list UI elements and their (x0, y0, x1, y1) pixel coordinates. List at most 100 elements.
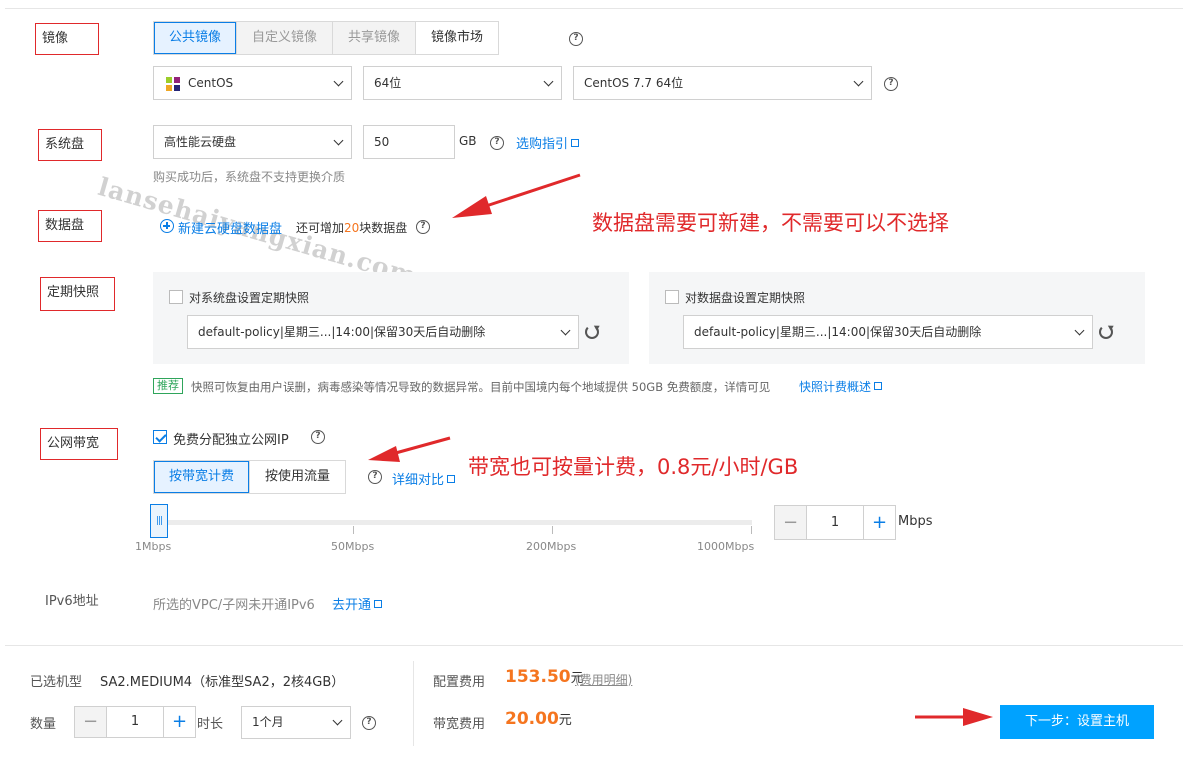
slider-handle[interactable]: ||| (150, 504, 168, 538)
bandwidth-slider[interactable]: ||| 1Mbps 50Mbps 200Mbps 1000Mbps (135, 504, 755, 554)
system-disk-unit: GB (459, 134, 477, 148)
bandwidth-minus-button[interactable]: − (775, 506, 807, 539)
os-select-value: CentOS (188, 76, 234, 90)
data-disk-note: 还可增加20块数据盘 (296, 219, 407, 236)
slider-tick-label: 1000Mbps (697, 540, 755, 553)
centos-logo-icon (166, 77, 180, 91)
order-summary-footer: 已选机型 SA2.MEDIUM4（标准型SA2，2核4GB） 数量 − 1 + … (5, 645, 1183, 757)
system-snapshot-policy-value: default-policy|星期三...|14:00|保留30天后自动删除 (198, 325, 486, 339)
bandwidth-fee-value: 20.00 (505, 709, 559, 729)
quantity-plus-button[interactable]: + (163, 707, 195, 737)
snapshot-billing-link-text: 快照计费概述 (799, 380, 872, 394)
config-fee-value: 153.50 (505, 667, 571, 687)
tab-image-market[interactable]: 镜像市场 (416, 22, 499, 54)
duration-select[interactable]: 1个月 (241, 706, 351, 739)
data-disk-label: 数据盘 (38, 210, 102, 242)
data-disk-note-count: 20 (344, 221, 360, 235)
refresh-icon[interactable] (1099, 325, 1113, 339)
free-ip-help-icon[interactable]: ? (311, 430, 325, 444)
version-select[interactable]: CentOS 7.7 64位 (573, 66, 872, 100)
system-snapshot-checkbox[interactable] (169, 290, 183, 304)
system-snapshot-policy-select[interactable]: default-policy|星期三...|14:00|保留30天后自动删除 (187, 315, 579, 349)
data-snapshot-checkbox-label: 对数据盘设置定期快照 (685, 291, 806, 305)
image-label: 镜像 (35, 23, 99, 55)
bandwidth-fee-label: 带宽费用 (433, 717, 486, 732)
slider-tick-label: 50Mbps (331, 540, 375, 553)
enable-ipv6-link[interactable]: 去开通 (332, 594, 383, 613)
data-snapshot-policy-value: default-policy|星期三...|14:00|保留30天后自动删除 (694, 325, 982, 339)
data-snapshot-policy-select[interactable]: default-policy|星期三...|14:00|保留30天后自动删除 (683, 315, 1093, 349)
config-fee-label: 配置费用 (433, 675, 486, 690)
config-fee: 153.50元 (505, 667, 584, 687)
data-disk-help-icon[interactable]: ? (416, 220, 430, 234)
system-snapshot-panel: 对系统盘设置定期快照 default-policy|星期三...|14:00|保… (153, 272, 629, 364)
add-data-disk-link[interactable]: 新建云硬盘数据盘 (178, 218, 282, 237)
external-link-icon (874, 382, 883, 390)
snapshot-billing-link[interactable]: 快照计费概述 (799, 378, 883, 395)
data-snapshot-panel: 对数据盘设置定期快照 default-policy|星期三...|14:00|保… (649, 272, 1145, 364)
fee-detail-link[interactable]: (费用明细) (575, 671, 632, 688)
tab-public-image[interactable]: 公共镜像 (154, 22, 238, 54)
model-label: 已选机型 (30, 675, 83, 690)
top-divider (5, 8, 1183, 9)
system-disk-size-input[interactable]: 50 (363, 125, 455, 159)
system-disk-note: 购买成功后，系统盘不支持更换介质 (153, 170, 346, 184)
external-link-icon (374, 600, 383, 608)
ipv6-note: 所选的VPC/子网未开通IPv6 (153, 598, 315, 613)
red-arrow-icon (368, 436, 451, 462)
quantity-minus-button[interactable]: − (75, 707, 107, 737)
bandwidth-plus-button[interactable]: + (863, 506, 895, 539)
bandwidth-fee: 20.00元 (505, 709, 572, 729)
next-step-button[interactable]: 下一步：设置主机 (1000, 705, 1154, 739)
bandwidth-value-input[interactable]: 1 (807, 506, 863, 539)
quantity-stepper: − 1 + (74, 706, 196, 738)
bandwidth-unit: Mbps (898, 514, 933, 529)
slider-tick-label: 200Mbps (526, 540, 577, 553)
quantity-value-input[interactable]: 1 (107, 707, 163, 737)
refresh-icon[interactable] (585, 325, 599, 339)
chevron-down-icon (853, 76, 864, 87)
system-disk-type-select[interactable]: 高性能云硬盘 (153, 125, 352, 159)
plus-circle-icon[interactable] (160, 219, 174, 233)
enable-ipv6-link-text: 去开通 (332, 598, 372, 613)
system-disk-help-icon[interactable]: ? (490, 136, 504, 150)
duration-help-icon[interactable]: ? (362, 716, 376, 730)
chevron-down-icon (333, 135, 344, 146)
chevron-down-icon (332, 715, 343, 726)
chevron-down-icon (333, 76, 344, 87)
image-tabs: 公共镜像 自定义镜像 共享镜像 镜像市场 (153, 21, 500, 55)
purchase-guide-link-text: 选购指引 (516, 137, 569, 152)
tab-custom-image[interactable]: 自定义镜像 (237, 22, 334, 54)
version-help-icon[interactable]: ? (884, 77, 898, 91)
tab-billing-by-traffic[interactable]: 按使用流量 (250, 461, 346, 493)
tab-shared-image[interactable]: 共享镜像 (333, 22, 417, 54)
snapshot-note: 快照可恢复由用户误删，病毒感染等情况导致的数据异常。目前中国境内每个地域提供 5… (191, 380, 771, 394)
os-select[interactable]: CentOS (153, 66, 352, 100)
compare-detail-link[interactable]: 详细对比 (392, 469, 456, 488)
bit-select[interactable]: 64位 (363, 66, 562, 100)
slider-tick (353, 526, 354, 534)
duration-select-value: 1个月 (252, 715, 284, 729)
snapshot-label: 定期快照 (40, 277, 115, 311)
system-snapshot-checkbox-label: 对系统盘设置定期快照 (189, 291, 310, 305)
bandwidth-help-icon[interactable]: ? (368, 470, 382, 484)
free-ip-checkbox[interactable] (153, 430, 167, 444)
red-arrow-icon (915, 708, 993, 726)
tab-billing-by-bandwidth[interactable]: 按带宽计费 (154, 461, 251, 493)
data-disk-note-prefix: 还可增加 (296, 221, 345, 235)
slider-track (154, 520, 752, 525)
data-snapshot-checkbox[interactable] (665, 290, 679, 304)
image-help-icon[interactable]: ? (569, 32, 583, 46)
bandwidth-stepper: − 1 + (774, 505, 896, 540)
model-value: SA2.MEDIUM4（标准型SA2，2核4GB） (100, 675, 345, 690)
slider-tick (751, 526, 752, 534)
slider-tick-label: 1Mbps (135, 540, 172, 553)
duration-label: 时长 (197, 717, 224, 732)
footer-divider (413, 661, 414, 746)
purchase-guide-link[interactable]: 选购指引 (516, 133, 580, 152)
version-select-value: CentOS 7.7 64位 (584, 76, 684, 90)
bandwidth-billing-tabs: 按带宽计费 按使用流量 (153, 460, 347, 494)
chevron-down-icon (560, 325, 571, 336)
external-link-icon (571, 139, 580, 147)
recommend-tag: 推荐 (153, 378, 183, 394)
